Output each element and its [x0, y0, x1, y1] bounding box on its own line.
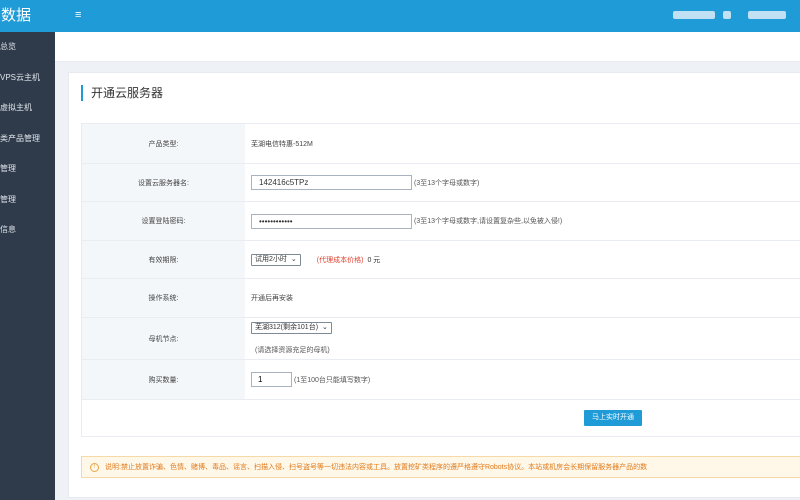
node-label: 母机节点: — [82, 318, 245, 359]
os-value: 开通后再安装 — [251, 295, 293, 302]
quantity-label: 购买数量: — [82, 360, 245, 399]
sub-header — [55, 32, 800, 62]
submit-button[interactable]: 马上实时开通 — [584, 410, 642, 426]
form-row-server-name: 设置云服务器名: (3至13个字母或数字) — [82, 164, 800, 202]
product-type-label: 产品类型: — [82, 124, 245, 163]
password-label: 设置登陆密码: — [82, 202, 245, 240]
sidebar-item-vps[interactable]: VPS云主机 — [0, 63, 55, 94]
form-row-submit: 马上实时开通 — [82, 400, 800, 436]
notice-banner: ! 说明:禁止放置诈骗、色情、赌博、毒品、谣言、扫描入侵、扫号盗号等一切违法内容… — [81, 456, 800, 478]
server-name-label: 设置云服务器名: — [82, 164, 245, 201]
period-select[interactable]: 试用2小时 ⌄ — [251, 253, 301, 266]
user-info-blurred[interactable] — [673, 11, 715, 19]
price-value: 0 元 — [367, 256, 381, 264]
warning-icon: ! — [90, 462, 99, 472]
form-row-node: 母机节点: 芜湖312(剩余101台) ⌄ (请选择资源充足的母机) — [82, 318, 800, 360]
node-hint: (请选择资源充足的母机) — [255, 347, 330, 354]
chevron-down-icon: ⌄ — [290, 255, 297, 263]
sidebar: 数据 总览 VPS云主机 虚拟主机 类产品管理 管理 管理 信息 — [0, 0, 55, 500]
notice-text: 说明:禁止放置诈骗、色情、赌博、毒品、谣言、扫描入侵、扫号盗号等一切违法内容或工… — [105, 464, 648, 471]
os-label: 操作系统: — [82, 279, 245, 317]
price-note: (代理成本价格) — [316, 256, 364, 264]
logout-link-blurred[interactable] — [748, 11, 786, 19]
form-row-product-type: 产品类型: 芜湖电信特惠-512M — [82, 124, 800, 164]
form-row-password: 设置登陆密码: (3至13个字母或数字,请设置复杂些,以免被入侵!) — [82, 202, 800, 241]
quantity-hint: (1至100台只能填写数字) — [294, 376, 371, 384]
form-row-period: 有效期限: 试用2小时 ⌄ (代理成本价格) 0 元 — [82, 241, 800, 279]
sidebar-item-info[interactable]: 信息 — [0, 215, 55, 246]
server-name-input[interactable] — [251, 175, 412, 190]
menu-toggle-icon[interactable]: ≡ — [75, 8, 81, 22]
form-row-os: 操作系统: 开通后再安装 — [82, 279, 800, 318]
user-info-blurred-2 — [723, 11, 731, 19]
main-panel: 开通云服务器 产品类型: 芜湖电信特惠-512M 设置云服务器名: (3至13个… — [68, 72, 800, 498]
sidebar-item-product-management[interactable]: 类产品管理 — [0, 124, 55, 155]
sidebar-nav: 总览 VPS云主机 虚拟主机 类产品管理 管理 管理 信息 — [0, 32, 55, 246]
password-hint: (3至13个字母或数字,请设置复杂些,以免被入侵!) — [414, 218, 563, 225]
node-select[interactable]: 芜湖312(剩余101台) ⌄ — [251, 322, 332, 334]
sidebar-item-management-2[interactable]: 管理 — [0, 185, 55, 216]
sidebar-item-virtual-host[interactable]: 虚拟主机 — [0, 93, 55, 124]
page-title: 开通云服务器 — [81, 85, 163, 101]
create-server-form: 产品类型: 芜湖电信特惠-512M 设置云服务器名: (3至13个字母或数字) … — [81, 123, 800, 437]
top-bar: ≡ — [55, 0, 800, 32]
chevron-down-icon: ⌄ — [322, 324, 328, 331]
sidebar-item-overview[interactable]: 总览 — [0, 32, 55, 63]
quantity-input[interactable] — [251, 372, 292, 387]
form-row-quantity: 购买数量: (1至100台只能填写数字) — [82, 360, 800, 400]
server-name-hint: (3至13个字母或数字) — [414, 179, 480, 187]
sidebar-item-management-1[interactable]: 管理 — [0, 154, 55, 185]
brand-logo[interactable]: 数据 — [0, 0, 55, 32]
password-input[interactable] — [251, 213, 412, 229]
period-label: 有效期限: — [82, 241, 245, 278]
node-selected-value: 芜湖312(剩余101台) — [255, 324, 319, 331]
product-type-value: 芜湖电信特惠-512M — [251, 140, 313, 148]
period-selected-value: 试用2小时 — [255, 255, 287, 263]
